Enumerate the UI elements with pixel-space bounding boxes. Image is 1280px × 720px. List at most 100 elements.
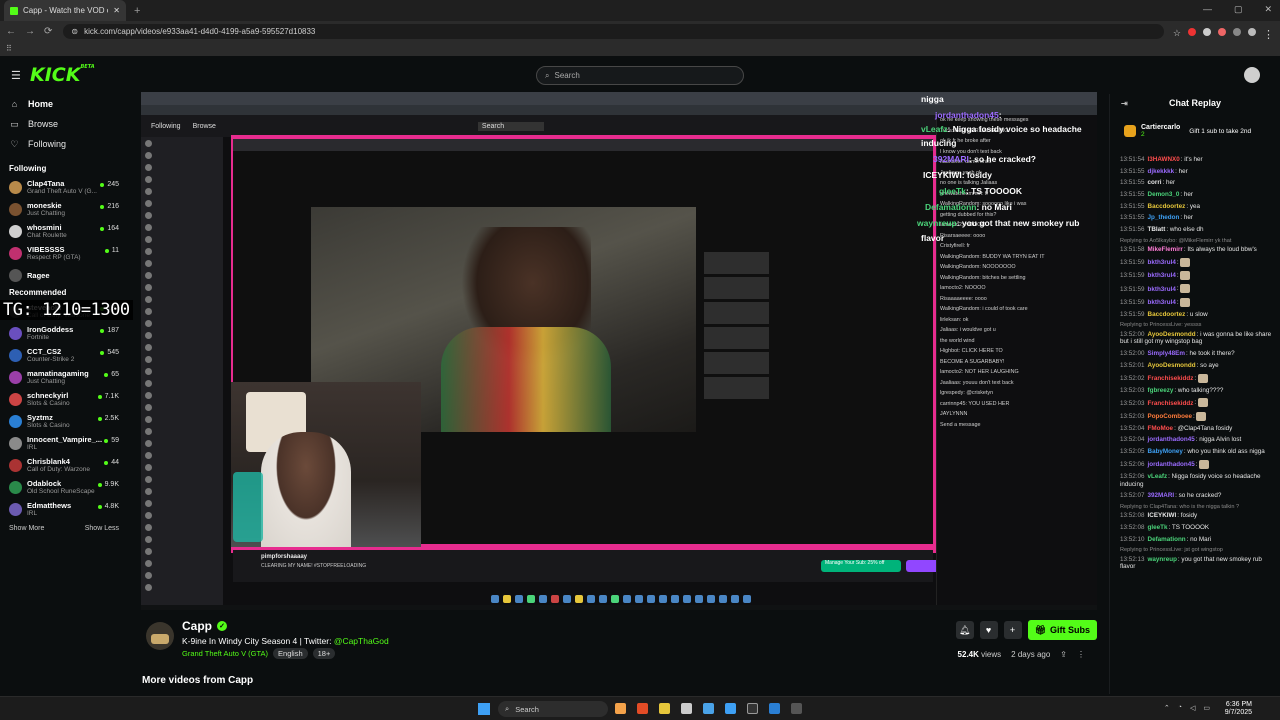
kebab-menu-icon[interactable]: ⋮ [1077,650,1085,659]
message-username[interactable]: Baccdoortez [1148,203,1186,210]
channel-avatar[interactable] [146,622,174,650]
follow-heart-button[interactable]: ♥ [979,621,998,639]
windows-start-icon[interactable] [478,703,490,715]
wifi-icon[interactable]: ◔ [1178,704,1182,712]
message-username[interactable]: vLeafz [1148,473,1168,480]
site-info-icon[interactable]: ⊜ [71,27,78,36]
store-icon[interactable] [681,703,692,714]
nav-home[interactable]: ⌂ Home [0,94,128,114]
message-username[interactable]: Jp_thedon [1148,214,1180,221]
chevron-up-icon[interactable]: ⌃ [1164,704,1170,712]
show-more-button[interactable]: Show More [9,525,44,532]
message-username[interactable]: bkth3rul4 [1148,286,1176,293]
message-username[interactable]: BabyMoney [1148,448,1183,455]
mature-tag[interactable]: 18+ [312,648,336,659]
apps-icon[interactable]: ⠿ [6,44,12,53]
sidebar-channel[interactable]: Clap4Tana Grand Theft Auto V (G... 245 [0,176,128,198]
message-username[interactable]: AyooDesmondd [1148,362,1196,369]
notification-bell-button[interactable]: 🔔︎ [955,621,974,639]
message-username[interactable]: Defamationn [1148,536,1186,543]
volume-icon[interactable]: ◁ [1190,704,1195,712]
message-username[interactable]: gleeTk [1148,524,1168,531]
message-username[interactable]: PopoComboee [1148,413,1192,420]
user-avatar[interactable] [1244,67,1260,83]
message-username[interactable]: 392MARI [1148,492,1175,499]
sidebar-channel[interactable]: Chrisblank4 Call of Duty: Warzone 44 [0,454,128,476]
sidebar-channel[interactable]: Edmatthews IRL 4.8K [0,498,128,520]
language-tag[interactable]: English [273,648,308,659]
nav-browse[interactable]: ▭ Browse [0,114,128,134]
terminal-icon[interactable] [747,703,758,714]
more-options-button[interactable]: + [1003,621,1022,639]
sidebar-channel[interactable]: schneckyirl Slots & Casino 7.1K [0,388,128,410]
share-icon[interactable]: ⇪ [1060,650,1067,659]
collapse-chat-icon[interactable]: ⇥ [1121,99,1128,108]
sidebar-channel[interactable]: Ragee [0,264,128,286]
extension-icon[interactable] [1188,27,1196,36]
battery-icon[interactable]: ▭ [1203,704,1210,712]
browser-tab[interactable]: Capp - Watch the VOD on Kick ✕ [4,0,126,21]
message-username[interactable]: Simply48Em [1148,350,1185,357]
search-input[interactable]: ⌕ Search [536,66,744,85]
nav-following[interactable]: ♡ Following [0,134,128,154]
sidebar-channel[interactable]: Syztmz Slots & Casino 2.5K [0,410,128,432]
sidebar-channel[interactable]: Odablock Old School RuneScape 9.9K [0,476,128,498]
menu-icon[interactable]: ⋮ [1263,28,1274,41]
message-username[interactable]: corri [1148,179,1162,186]
gift-subs-button[interactable]: 🎁︎ Gift Subs [1027,620,1097,640]
kick-logo[interactable]: KICKBETA [30,64,95,86]
extension-icon[interactable] [1203,27,1211,36]
message-username[interactable]: MikeFlemirr [1148,246,1183,253]
pinned-gift-banner[interactable]: Cartiercarlo 2 Gift 1 sub to take 2nd [1124,120,1275,142]
message-username[interactable]: jordanthadon45 [1148,436,1195,443]
message-username[interactable]: AyooDesmondd [1148,331,1196,338]
message-username[interactable]: jordanthadon45 [1148,461,1195,468]
new-tab-button[interactable]: + [134,5,140,17]
taskbar-search[interactable]: ⌕ Search [498,701,608,717]
message-username[interactable]: djkekkkk [1148,168,1175,175]
sidebar-channel[interactable]: mamatinagaming Just Chatting 65 [0,366,128,388]
system-clock[interactable]: 6:36 PM 9/7/2025 [1225,701,1252,717]
file-explorer-icon[interactable] [659,703,670,714]
taskbar-app-icon[interactable] [615,703,626,714]
extension-icon[interactable] [1218,27,1226,36]
close-window-button[interactable]: ✕ [1264,4,1272,15]
message-username[interactable]: bkth3rul4 [1148,272,1176,279]
channel-name[interactable]: Capp ✓ [182,619,227,633]
sidebar-channel[interactable]: VIBESSSS Respect RP (GTA) 11 [0,242,128,264]
chrome-icon[interactable] [703,703,714,714]
address-bar[interactable]: ⊜ kick.com/capp/videos/e933aa41-d4d0-419… [63,24,1164,39]
twitter-link[interactable]: @CapThaGod [334,636,389,646]
message-username[interactable]: I3HAWNX0 [1148,156,1180,163]
sidebar-channel[interactable]: whosmini Chat Roulette 164 [0,220,128,242]
message-username[interactable]: bkth3rul4 [1148,299,1176,306]
bookmark-star-icon[interactable]: ☆ [1173,28,1181,38]
message-username[interactable]: bkth3rul4 [1148,259,1176,266]
message-username[interactable]: waynreup [1148,556,1177,563]
message-username[interactable]: Franchisekiddz [1148,400,1194,407]
brave-icon[interactable] [637,703,648,714]
app-icon[interactable] [769,703,780,714]
video-player[interactable]: Following Browse Search pimpforshaaaay C… [141,92,1097,610]
message-username[interactable]: fgbreezy [1148,387,1174,394]
message-username[interactable]: ICEYKIWI [1148,512,1177,519]
reload-icon[interactable]: ⟳ [44,26,52,37]
profile-icon[interactable] [1248,27,1256,36]
sidebar-channel[interactable]: IronGoddess Fortnite 187 [0,322,128,344]
maximize-button[interactable]: ▢ [1234,4,1243,15]
extension-icon[interactable] [1233,27,1241,36]
back-icon[interactable]: ← [6,26,16,37]
sidebar-channel[interactable]: Innocent_Vampire_... IRL 59 [0,432,128,454]
message-username[interactable]: Franchisekiddz [1148,375,1194,382]
app-icon[interactable] [791,703,802,714]
close-tab-icon[interactable]: ✕ [113,6,120,15]
hamburger-menu-icon[interactable]: ☰ [11,69,21,82]
message-username[interactable]: Baccdoortez [1148,311,1186,318]
edge-icon[interactable] [725,703,736,714]
show-less-button[interactable]: Show Less [85,525,119,532]
message-username[interactable]: Demon3_0 [1148,191,1180,198]
message-username[interactable]: TBlatt [1148,226,1166,233]
message-username[interactable]: FMoMoe [1148,425,1174,432]
category-link[interactable]: Grand Theft Auto V (GTA) [182,649,268,658]
forward-icon[interactable]: → [25,26,35,37]
